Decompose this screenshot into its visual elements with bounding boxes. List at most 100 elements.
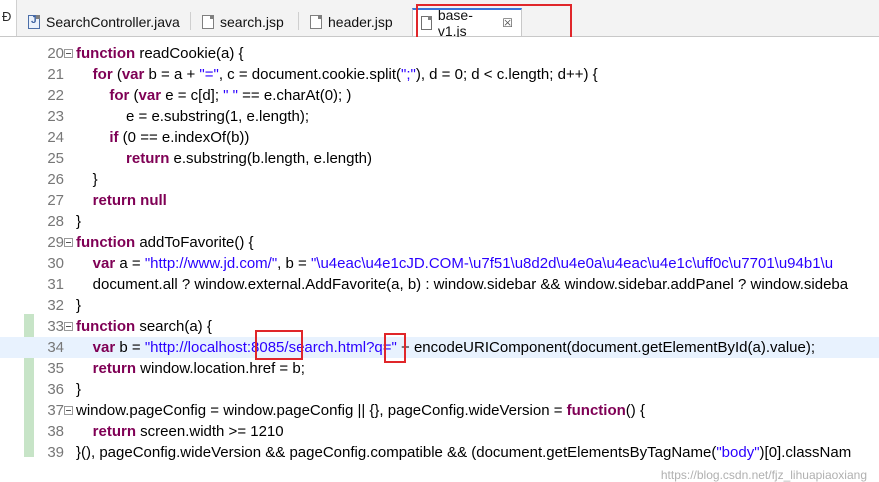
- code-token: () {: [625, 402, 645, 419]
- line-number: 26: [47, 171, 64, 188]
- string-token: "body": [716, 444, 760, 461]
- code-token: a =: [115, 255, 145, 272]
- code-line[interactable]: 37 window.pageConfig = window.pageConfig …: [0, 400, 879, 421]
- code-line[interactable]: 36}: [0, 379, 879, 400]
- code-line[interactable]: 27 return null: [0, 190, 879, 211]
- keyword-token: var: [121, 66, 145, 83]
- fold-toggle-icon[interactable]: [64, 406, 73, 415]
- query-annotation-box: [384, 333, 406, 363]
- code-token: b =: [115, 339, 145, 356]
- line-number: 35: [47, 360, 64, 377]
- code-line[interactable]: 39 }(), pageConfig.wideVersion && pageCon…: [0, 442, 879, 463]
- code-token: }: [76, 171, 98, 188]
- line-number: 33: [47, 318, 64, 335]
- string-token: "\u4eac\u4e1cJD.COM-\u7f51\u8d2d\u4e0a\u…: [310, 255, 834, 272]
- tab-searchcontroller-java[interactable]: SearchController.java: [28, 8, 180, 36]
- code-text: for (var e = c[d]; " " == e.charAt(0); ): [76, 85, 351, 106]
- code-token: (: [112, 66, 122, 83]
- left-panel-stub[interactable]: Đ: [0, 0, 17, 36]
- keyword-token: return: [126, 150, 170, 167]
- code-text: }(), pageConfig.wideVersion && pageConfi…: [76, 442, 851, 463]
- code-line[interactable]: 22 for (var e = c[d]; " " == e.charAt(0)…: [0, 85, 879, 106]
- line-number: 27: [47, 192, 64, 209]
- code-line[interactable]: 35 return window.location.href = b;: [0, 358, 879, 379]
- code-text: window.pageConfig = window.pageConfig ||…: [76, 400, 645, 421]
- code-line[interactable]: 38 return screen.width >= 1210: [0, 421, 879, 442]
- line-number: 36: [47, 381, 64, 398]
- line-number: 32: [47, 297, 64, 314]
- code-line[interactable]: 20 function readCookie(a) {: [0, 43, 879, 64]
- line-number: 39: [47, 444, 64, 461]
- code-token: search(a) {: [135, 318, 212, 335]
- left-panel-glyph: Đ: [2, 9, 12, 24]
- fold-toggle-icon[interactable]: [64, 322, 73, 331]
- code-token: }: [76, 297, 82, 314]
- code-token: + encodeURIComponent(document.getElement…: [396, 339, 816, 356]
- keyword-token: function: [76, 234, 136, 251]
- code-line[interactable]: 25 return e.substring(b.length, e.length…: [0, 148, 879, 169]
- code-line[interactable]: 31 document.all ? window.external.AddFav…: [0, 274, 879, 295]
- code-line[interactable]: 28}: [0, 211, 879, 232]
- fold-toggle-icon[interactable]: [64, 49, 73, 58]
- code-token: window.location.href = b;: [136, 360, 305, 377]
- tab-separator: [298, 12, 299, 30]
- code-line[interactable]: 21 for (var b = a + "=", c = document.co…: [0, 64, 879, 85]
- line-number: 24: [47, 129, 64, 146]
- fold-toggle-icon[interactable]: [64, 238, 73, 247]
- jsp-file-icon: [202, 15, 214, 29]
- keyword-token: var: [92, 339, 116, 356]
- code-line[interactable]: 34 var b = "http://localhost:8085/search…: [0, 337, 879, 358]
- line-number: 37: [47, 402, 64, 419]
- tab-search-jsp[interactable]: search.jsp: [202, 8, 284, 36]
- code-line[interactable]: 23 e = e.substring(1, e.length);: [0, 106, 879, 127]
- code-text: }: [76, 295, 81, 316]
- string-token: ";": [401, 66, 416, 83]
- code-token: e = e.substring(1, e.length);: [76, 108, 310, 125]
- code-token: }: [76, 381, 82, 398]
- code-line[interactable]: 29 function addToFavorite() {: [0, 232, 879, 253]
- keyword-token: return: [92, 360, 137, 377]
- keyword-token: function: [76, 45, 136, 62]
- tab-header-jsp[interactable]: header.jsp: [310, 8, 393, 36]
- code-text: return null: [76, 190, 167, 211]
- code-token: (0 == e.indexOf(b)): [118, 129, 250, 146]
- code-line[interactable]: 24 if (0 == e.indexOf(b)): [0, 127, 879, 148]
- code-token: addToFavorite() {: [135, 234, 254, 251]
- code-text: document.all ? window.external.AddFavori…: [76, 274, 848, 295]
- tab-separator: [190, 12, 191, 30]
- code-token: }(), pageConfig.wideVersion && pageConfi…: [76, 444, 717, 461]
- code-text: function search(a) {: [76, 316, 212, 337]
- keyword-token: function: [76, 318, 136, 335]
- line-number: 20: [47, 45, 64, 62]
- keyword-token: return null: [92, 192, 167, 209]
- java-file-icon: [28, 15, 40, 29]
- keyword-token: var: [92, 255, 116, 272]
- line-number: 25: [47, 150, 64, 167]
- watermark-text: https://blog.csdn.net/fjz_lihuapiaoxiang: [660, 468, 867, 482]
- code-line[interactable]: 32}: [0, 295, 879, 316]
- code-token: , c = document.cookie.split(: [218, 66, 402, 83]
- string-token: " ": [223, 87, 238, 104]
- code-editor[interactable]: 20 function readCookie(a) {21 for (var b …: [0, 37, 879, 482]
- code-text: return window.location.href = b;: [76, 358, 305, 379]
- line-number: 34: [47, 339, 64, 356]
- code-text: function addToFavorite() {: [76, 232, 254, 253]
- code-text: var a = "http://www.jd.com/", b = "\u4ea…: [76, 253, 833, 274]
- code-text: for (var b = a + "=", c = document.cooki…: [76, 64, 598, 85]
- code-line[interactable]: 30 var a = "http://www.jd.com/", b = "\u…: [0, 253, 879, 274]
- code-token: e.substring(b.length, e.length): [169, 150, 372, 167]
- keyword-token: if: [109, 129, 119, 146]
- tab-label: SearchController.java: [46, 14, 180, 30]
- code-line[interactable]: 26 }: [0, 169, 879, 190]
- line-number: 31: [47, 276, 64, 293]
- code-line[interactable]: 33 function search(a) {: [0, 316, 879, 337]
- tab-label: search.jsp: [220, 14, 284, 30]
- keyword-token: for: [92, 66, 113, 83]
